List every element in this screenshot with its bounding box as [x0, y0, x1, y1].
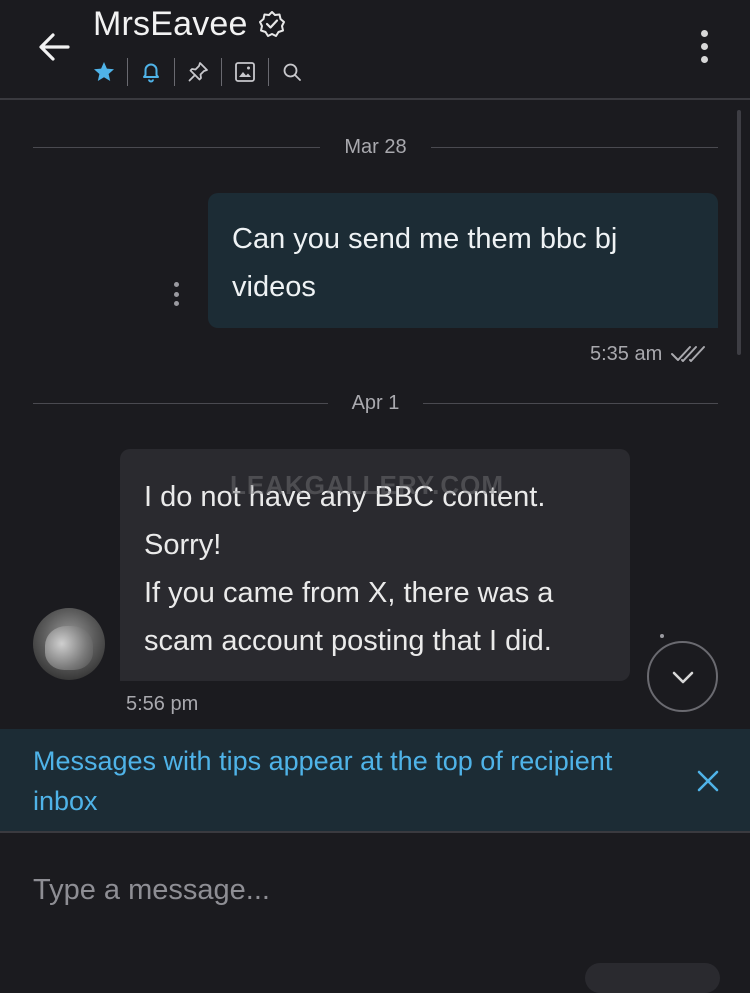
notifications-button[interactable] [138, 58, 164, 86]
divider [127, 58, 128, 86]
avatar-image [45, 626, 93, 670]
close-icon [697, 770, 719, 792]
timestamp-text: 5:35 am [590, 342, 663, 365]
divider [33, 146, 321, 148]
more-vertical-icon [700, 55, 708, 63]
favorite-button[interactable] [91, 58, 117, 86]
more-vertical-icon [173, 301, 179, 306]
star-icon [94, 62, 114, 81]
header-action-row [91, 56, 305, 88]
more-vertical-icon [173, 282, 179, 287]
image-icon [235, 62, 255, 82]
back-button[interactable] [34, 27, 74, 67]
watermark: LEAKGALLERY.COM [230, 470, 505, 500]
indicator-dot [660, 634, 664, 638]
scrollbar[interactable] [737, 110, 741, 355]
bell-icon [143, 63, 159, 83]
divider [268, 58, 269, 86]
more-vertical-icon [700, 29, 708, 37]
double-check-icon [671, 346, 706, 362]
pin-button[interactable] [185, 58, 211, 86]
date-separator: Apr 1 [33, 391, 718, 415]
avatar[interactable] [33, 608, 105, 680]
verified-badge-icon [258, 10, 286, 38]
tip-banner-line: inbox [33, 786, 98, 816]
bottom-toolbar-pill[interactable] [585, 963, 720, 993]
search-button[interactable] [279, 58, 305, 86]
date-separator: Mar 28 [33, 135, 718, 159]
divider [33, 402, 328, 404]
message-text-line: Sorry! [144, 529, 222, 561]
media-button[interactable] [232, 58, 258, 86]
divider [221, 58, 222, 86]
message-text-line: Can you send me them bbc bj [232, 223, 618, 255]
message-timestamp: 5:56 pm [126, 693, 199, 715]
tip-info-banner: Messages with tips appear at the top of … [0, 729, 750, 833]
title-row: MrsEavee [93, 4, 286, 44]
chevron-down-icon [672, 671, 693, 683]
divider [174, 58, 175, 86]
more-options-button[interactable] [690, 26, 718, 66]
search-icon [283, 63, 301, 81]
tip-banner-text: Messages with tips appear at the top of … [33, 741, 663, 821]
close-banner-button[interactable] [693, 766, 723, 796]
message-text-line: If you came from X, there was a [144, 577, 554, 609]
message-timestamp: 5:35 am [590, 340, 706, 368]
date-label: Apr 1 [351, 391, 400, 414]
message-composer [0, 835, 750, 993]
chat-header: MrsEavee [0, 0, 750, 100]
message-input[interactable] [33, 865, 713, 915]
message-options-button[interactable] [172, 282, 180, 306]
contact-name[interactable]: MrsEavee [93, 5, 248, 44]
outgoing-message-bubble[interactable]: Can you send me them bbc bj videos [208, 193, 718, 328]
back-arrow-icon [39, 33, 70, 61]
more-vertical-icon [700, 42, 708, 50]
divider [423, 402, 718, 404]
message-text-line: scam account posting that I did. [144, 625, 552, 657]
more-vertical-icon [173, 291, 179, 297]
date-label: Mar 28 [344, 135, 407, 158]
message-text-line: videos [232, 271, 316, 303]
tip-banner-line: Messages with tips appear at the top of … [33, 746, 613, 776]
pin-icon [188, 62, 208, 82]
divider [430, 146, 718, 148]
scroll-to-bottom-button[interactable] [647, 641, 718, 712]
